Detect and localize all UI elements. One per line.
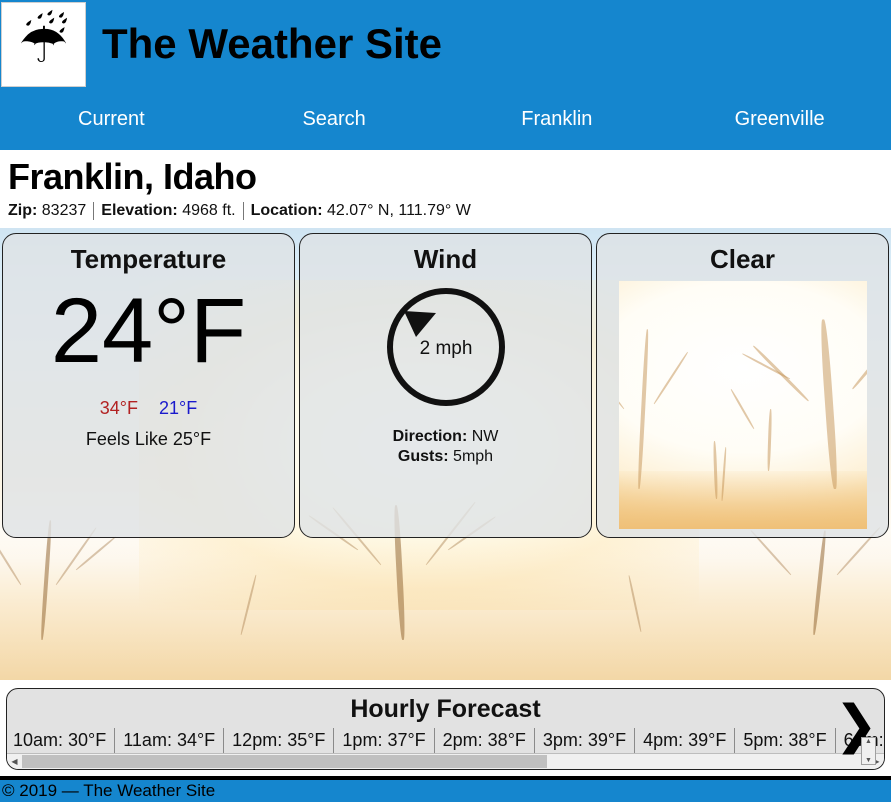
clear-sky-photo bbox=[618, 281, 867, 529]
zip-value: 83237 bbox=[41, 202, 87, 219]
condition-card-title: Clear bbox=[709, 244, 776, 274]
coordinates-value: 42.07° N, 111.79° W bbox=[327, 202, 471, 219]
condition-card: Clear bbox=[596, 233, 889, 538]
list-item: 2pm: 38°F bbox=[435, 728, 535, 753]
hourly-horizontal-scrollbar[interactable]: ◀ ▶ bbox=[7, 753, 884, 769]
scroll-left-icon[interactable]: ◀ bbox=[7, 757, 22, 766]
nav-item-current[interactable]: Current bbox=[0, 108, 223, 131]
temperature-card-title: Temperature bbox=[70, 244, 227, 274]
wind-direction-row: Direction: NW bbox=[306, 427, 585, 447]
site-logo[interactable]: ☔ bbox=[1, 1, 86, 87]
elevation-label: Elevation: bbox=[101, 202, 178, 219]
nav-item-search[interactable]: Search bbox=[223, 108, 446, 131]
wind-gusts-row: Gusts: 5mph bbox=[306, 447, 585, 467]
site-header: ☔ The Weather Site bbox=[0, 0, 891, 88]
list-item: 3pm: 39°F bbox=[535, 728, 636, 753]
weather-cards: Temperature 24°F 34°F 21°F Feels Like 25… bbox=[0, 228, 891, 538]
scrollbar-track[interactable] bbox=[22, 755, 869, 768]
site-footer: © 2019 — The Weather Site bbox=[0, 776, 891, 802]
copyright-text: © 2019 — The Weather Site bbox=[2, 781, 216, 800]
main-navigation: Current Search Franklin Greenville bbox=[0, 88, 891, 150]
current-temperature: 24°F bbox=[50, 280, 247, 382]
umbrella-with-rain-icon: ☔ bbox=[18, 11, 69, 76]
wind-details: Direction: NW Gusts: 5mph bbox=[306, 427, 585, 467]
weather-main: Temperature 24°F 34°F 21°F Feels Like 25… bbox=[0, 228, 891, 680]
scrollbar-thumb[interactable] bbox=[22, 755, 548, 768]
temperature-card: Temperature 24°F 34°F 21°F Feels Like 25… bbox=[2, 233, 295, 538]
wind-direction-value: NW bbox=[471, 428, 499, 445]
spinner-up-icon[interactable]: ▲ bbox=[865, 738, 872, 745]
ground-gradient bbox=[0, 530, 891, 680]
list-item: 1pm: 37°F bbox=[334, 728, 435, 753]
photo-ground bbox=[618, 471, 867, 529]
site-title: The Weather Site bbox=[102, 20, 442, 67]
wind-direction-label: Direction: bbox=[392, 428, 468, 445]
spinner-down-icon[interactable]: ▼ bbox=[865, 757, 872, 764]
wind-dial: 2 mph bbox=[306, 283, 585, 411]
coordinates-meta: Location: 42.07° N, 111.79° W bbox=[242, 202, 478, 220]
wind-gusts-value: 5mph bbox=[453, 448, 494, 465]
zip-meta: Zip: 83237 bbox=[8, 202, 93, 220]
temperature-high-low: 34°F 21°F bbox=[9, 398, 288, 419]
location-summary: Franklin, Idaho Zip: 83237 Elevation: 49… bbox=[0, 150, 891, 228]
list-item: 4pm: 39°F bbox=[635, 728, 736, 753]
elevation-meta: Elevation: 4968 ft. bbox=[93, 202, 242, 220]
coordinates-label: Location: bbox=[250, 202, 323, 219]
list-item: 11am: 34°F bbox=[115, 728, 225, 753]
wind-direction-dial-icon: 2 mph bbox=[386, 288, 505, 406]
elevation-value: 4968 ft. bbox=[182, 202, 236, 219]
hourly-forecast-list[interactable]: 10am: 30°F 11am: 34°F 12pm: 35°F 1pm: 37… bbox=[7, 728, 884, 753]
feels-like-temperature: Feels Like 25°F bbox=[85, 428, 212, 449]
nav-item-franklin[interactable]: Franklin bbox=[446, 108, 669, 131]
hourly-forecast-title: Hourly Forecast bbox=[350, 695, 541, 723]
list-item: 10am: 30°F bbox=[7, 728, 116, 753]
page-title: Franklin, Idaho bbox=[8, 156, 257, 197]
wind-card: Wind 2 mph Direction: NW Gusts: 5mph bbox=[299, 233, 592, 538]
list-item: 5pm: 38°F bbox=[735, 728, 836, 753]
wind-card-title: Wind bbox=[413, 244, 478, 274]
list-item: 12pm: 35°F bbox=[224, 728, 335, 753]
location-meta: Zip: 83237 Elevation: 4968 ft. Location:… bbox=[8, 202, 883, 220]
wind-gusts-label: Gusts: bbox=[397, 448, 449, 465]
nav-item-greenville[interactable]: Greenville bbox=[668, 108, 891, 131]
temperature-low: 21°F bbox=[159, 397, 198, 418]
temperature-high: 34°F bbox=[99, 397, 138, 418]
hourly-spinner[interactable]: ▲ ▼ bbox=[861, 737, 876, 765]
wind-speed-value: 2 mph bbox=[419, 338, 472, 359]
zip-label: Zip: bbox=[8, 202, 38, 219]
hourly-forecast-panel: Hourly Forecast ❯ ▲ ▼ 10am: 30°F 11am: 3… bbox=[6, 688, 885, 770]
